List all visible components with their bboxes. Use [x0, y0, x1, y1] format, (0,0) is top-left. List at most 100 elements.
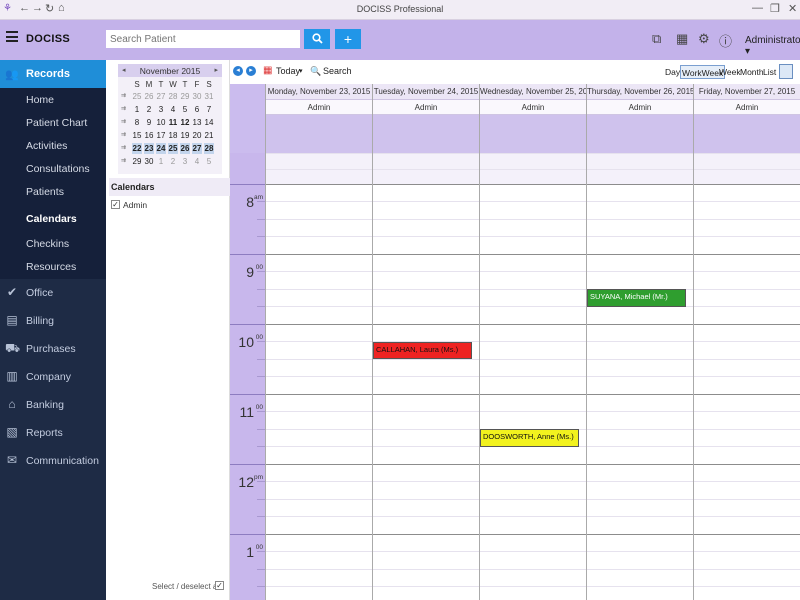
add-button[interactable]: +	[335, 29, 361, 49]
mini-calendar-day[interactable]: 25	[132, 91, 142, 102]
mini-calendar-day[interactable]: 2	[144, 104, 154, 115]
user-menu[interactable]: Administrator ▾	[745, 35, 800, 57]
maximize-button[interactable]: ❐	[770, 2, 780, 15]
mini-calendar-day[interactable]: 30	[192, 91, 202, 102]
next-month-icon[interactable]: ▸	[214, 66, 218, 74]
mini-calendar-day[interactable]: 28	[168, 91, 178, 102]
mini-calendar-day[interactable]: 31	[204, 91, 214, 102]
mini-calendar-day[interactable]: 20	[192, 130, 202, 141]
mini-calendar-day[interactable]: 6	[192, 104, 202, 115]
mini-calendar-day[interactable]: 26	[180, 143, 190, 154]
day-header[interactable]: Wednesday, November 25, 2015	[480, 84, 586, 100]
close-button[interactable]: ✕	[788, 2, 797, 15]
week-select-icon[interactable]: ⇉	[121, 130, 129, 141]
mini-calendar-day[interactable]: 17	[156, 130, 166, 141]
mini-calendar-day[interactable]: 30	[144, 156, 154, 167]
mini-calendar-day[interactable]: 10	[156, 117, 166, 128]
mini-calendar-day[interactable]: 3	[180, 156, 190, 167]
sidebar-subitem-home[interactable]: Home	[26, 94, 54, 106]
mini-calendar-day[interactable]: 12	[180, 117, 190, 128]
mini-calendar-day[interactable]: 1	[156, 156, 166, 167]
mini-calendar-day[interactable]: 4	[168, 104, 178, 115]
all-day-area[interactable]	[480, 115, 586, 153]
appointment[interactable]: DOOSWORTH, Anne (Ms.)	[480, 429, 579, 447]
sidebar-subitem-activities[interactable]: Activities	[26, 140, 67, 152]
mini-calendar-day[interactable]: 23	[144, 143, 154, 154]
sidebar-subitem-consultations[interactable]: Consultations	[26, 163, 90, 175]
sidebar-item-billing[interactable]: ▤ Billing	[0, 307, 106, 335]
mini-calendar-day[interactable]: 29	[132, 156, 142, 167]
sidebar-item-office[interactable]: ✔ Office	[0, 279, 106, 307]
mini-calendar-day[interactable]: 24	[156, 143, 166, 154]
appointment[interactable]: CALLAHAN, Laura (Ms.)	[373, 341, 472, 359]
minimize-button[interactable]: —	[752, 2, 763, 14]
day-header[interactable]: Monday, November 23, 2015	[266, 84, 372, 100]
day-column[interactable]: Monday, November 23, 2015 Admin	[265, 84, 372, 600]
mini-calendar-day[interactable]: 16	[144, 130, 154, 141]
mini-calendar-day[interactable]: 26	[144, 91, 154, 102]
day-column[interactable]: Thursday, November 26, 2015 Admin	[586, 84, 693, 600]
mini-calendar-day[interactable]: 27	[192, 143, 202, 154]
mini-calendar-day[interactable]: 11	[168, 117, 178, 128]
mini-calendar-day[interactable]: 19	[180, 130, 190, 141]
admin-calendar-checkbox[interactable]: ✓	[111, 200, 120, 209]
mini-calendar-day[interactable]: 7	[204, 104, 214, 115]
mini-calendar-day[interactable]: 18	[168, 130, 178, 141]
mini-calendar-day[interactable]: 28	[204, 143, 214, 154]
all-day-area[interactable]	[587, 115, 693, 153]
day-column[interactable]: Friday, November 27, 2015 Admin	[693, 84, 800, 600]
next-period-icon[interactable]: ▸	[246, 66, 256, 76]
sidebar-item-banking[interactable]: ⌂ Banking	[0, 391, 106, 419]
calendar-search-button[interactable]: Search	[323, 66, 352, 76]
sidebar-item-reports[interactable]: ▧ Reports	[0, 419, 106, 447]
sidebar-subitem-patients[interactable]: Patients	[26, 186, 64, 198]
all-day-area[interactable]	[266, 115, 372, 153]
week-select-icon[interactable]: ⇉	[121, 104, 129, 115]
search-button[interactable]	[304, 29, 330, 49]
week-select-icon[interactable]: ⇉	[121, 117, 129, 128]
mini-calendar-day[interactable]: 25	[168, 143, 178, 154]
appointment[interactable]: SUYANA, Michael (Mr.)	[587, 289, 686, 307]
all-day-area[interactable]	[694, 115, 800, 153]
mini-calendar-day[interactable]: 4	[192, 156, 202, 167]
view-week-button[interactable]: Week	[719, 65, 741, 79]
mini-calendar-day[interactable]: 13	[192, 117, 202, 128]
mini-calendar-day[interactable]: 29	[180, 91, 190, 102]
mini-calendar-day[interactable]: 15	[132, 130, 142, 141]
today-button[interactable]: Today	[276, 66, 300, 76]
week-select-icon[interactable]: ⇉	[121, 143, 129, 154]
mini-calendar-day[interactable]: 1	[132, 104, 142, 115]
sidebar-subitem-patient-chart[interactable]: Patient Chart	[26, 117, 87, 129]
mini-calendar-day[interactable]: 2	[168, 156, 178, 167]
hamburger-menu-icon[interactable]	[6, 31, 18, 42]
today-dropdown-icon[interactable]: ▾	[299, 67, 303, 75]
mini-calendar-day[interactable]: 22	[132, 143, 142, 154]
help-icon[interactable]: ⓘ	[719, 31, 732, 50]
mini-calendar-day[interactable]: 5	[204, 156, 214, 167]
day-column[interactable]: Wednesday, November 25, 2015 Admin	[479, 84, 586, 600]
sidebar-subitem-calendars[interactable]: Calendars	[26, 213, 77, 225]
day-header[interactable]: Tuesday, November 24, 2015	[373, 84, 479, 100]
sidebar-subitem-resources[interactable]: Resources	[26, 261, 76, 273]
windows-icon[interactable]: ⧉	[652, 31, 661, 47]
mini-calendar-day[interactable]: 27	[156, 91, 166, 102]
sidebar-item-records[interactable]: 👥 Records	[0, 60, 106, 88]
sidebar-subitem-checkins[interactable]: Checkins	[26, 238, 69, 250]
select-all-checkbox[interactable]: ✓	[215, 581, 224, 590]
mini-calendar-day[interactable]: 8	[132, 117, 142, 128]
prev-period-icon[interactable]: ◂	[233, 66, 243, 76]
calendar-view-icon[interactable]	[779, 64, 793, 79]
mini-calendar-day[interactable]: 5	[180, 104, 190, 115]
mini-calendar-day[interactable]: 14	[204, 117, 214, 128]
sidebar-item-communication[interactable]: ✉ Communication	[0, 447, 106, 475]
sidebar-item-purchases[interactable]: ⛟ Purchases	[0, 335, 106, 363]
mini-calendar-day[interactable]: 9	[144, 117, 154, 128]
view-day-button[interactable]: Day	[665, 65, 680, 79]
apps-grid-icon[interactable]: ▦	[676, 31, 688, 47]
settings-gear-icon[interactable]: ⚙	[698, 31, 710, 47]
all-day-area[interactable]	[373, 115, 479, 153]
day-header[interactable]: Thursday, November 26, 2015	[587, 84, 693, 100]
search-patient-input[interactable]	[106, 30, 300, 48]
view-month-button[interactable]: Month	[740, 65, 764, 79]
mini-calendar-day[interactable]: 21	[204, 130, 214, 141]
